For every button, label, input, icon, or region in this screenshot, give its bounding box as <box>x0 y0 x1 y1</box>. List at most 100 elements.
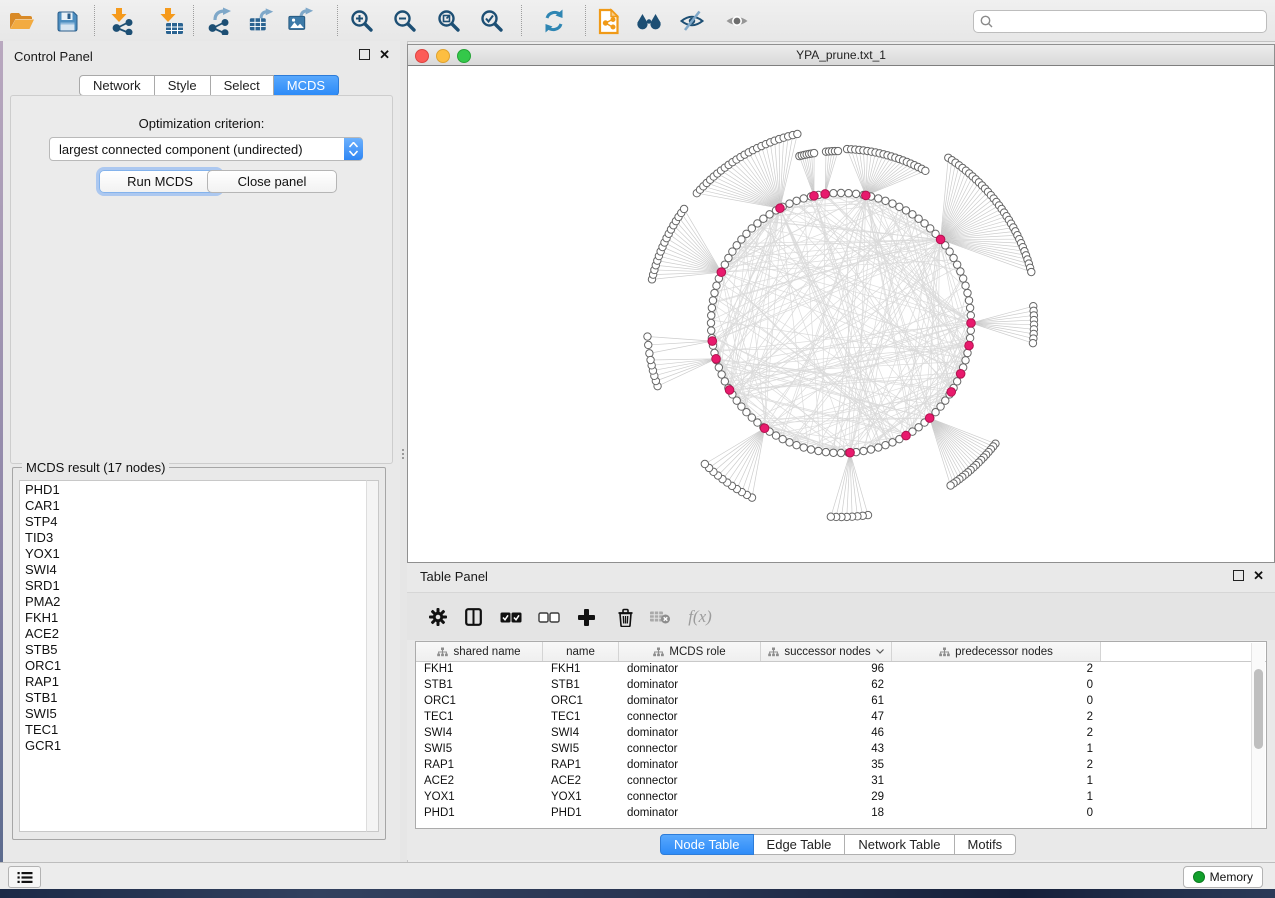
search-network-icon[interactable] <box>635 7 663 35</box>
cell-successor-nodes[interactable]: 43 <box>761 742 892 758</box>
table-row[interactable]: YOX1YOX1connector291 <box>416 790 1266 806</box>
list-item[interactable]: RAP1 <box>25 674 366 690</box>
cell-mcds-role[interactable]: dominator <box>619 662 761 678</box>
cell-name[interactable]: YOX1 <box>543 790 619 806</box>
refresh-layout-icon[interactable] <box>540 7 568 35</box>
cell-predecessor-nodes[interactable]: 0 <box>892 678 1101 694</box>
search-input[interactable] <box>997 13 1266 31</box>
list-item[interactable]: STB1 <box>25 690 366 706</box>
mcds-list-scrollbar[interactable] <box>366 480 379 832</box>
cell-mcds-role[interactable]: dominator <box>619 678 761 694</box>
cell-mcds-role[interactable]: connector <box>619 710 761 726</box>
list-item[interactable]: SRD1 <box>25 578 366 594</box>
cell-name[interactable]: TEC1 <box>543 710 619 726</box>
tab-network[interactable]: Network <box>79 75 155 96</box>
cell-successor-nodes[interactable]: 96 <box>761 662 892 678</box>
export-table-icon[interactable] <box>248 7 276 35</box>
cell-predecessor-nodes[interactable]: 2 <box>892 726 1101 742</box>
deselect-all-rows-icon[interactable] <box>537 605 561 629</box>
table-row[interactable]: SWI4SWI4dominator462 <box>416 726 1266 742</box>
network-canvas[interactable] <box>408 65 1274 562</box>
column-header-shared-name[interactable]: shared name <box>416 642 543 661</box>
network-window-titlebar[interactable]: YPA_prune.txt_1 <box>408 45 1274 66</box>
select-all-rows-icon[interactable] <box>499 605 523 629</box>
memory-button[interactable]: Memory <box>1183 866 1263 888</box>
close-panel-button[interactable]: Close panel <box>207 170 337 193</box>
column-header-successor-nodes[interactable]: successor nodes <box>761 642 892 661</box>
cell-predecessor-nodes[interactable]: 1 <box>892 774 1101 790</box>
column-header-predecessor-nodes[interactable]: predecessor nodes <box>892 642 1101 661</box>
cell-name[interactable]: ORC1 <box>543 694 619 710</box>
list-item[interactable]: ORC1 <box>25 658 366 674</box>
cell-successor-nodes[interactable]: 29 <box>761 790 892 806</box>
mcds-result-list[interactable]: PHD1CAR1STP4TID3YOX1SWI4SRD1PMA2FKH1ACE2… <box>19 480 366 832</box>
column-settings-gear-icon[interactable] <box>426 605 450 629</box>
list-item[interactable]: ACE2 <box>25 626 366 642</box>
table-row[interactable]: SWI5SWI5connector431 <box>416 742 1266 758</box>
table-scrollbar[interactable] <box>1251 643 1265 828</box>
cell-successor-nodes[interactable]: 46 <box>761 726 892 742</box>
tab-style[interactable]: Style <box>155 75 211 96</box>
import-network-icon[interactable] <box>108 7 136 35</box>
list-item[interactable]: TEC1 <box>25 722 366 738</box>
cell-mcds-role[interactable]: dominator <box>619 726 761 742</box>
cell-successor-nodes[interactable]: 47 <box>761 710 892 726</box>
cell-predecessor-nodes[interactable]: 2 <box>892 662 1101 678</box>
run-mcds-button[interactable]: Run MCDS <box>99 170 221 193</box>
cell-mcds-role[interactable]: connector <box>619 790 761 806</box>
column-header-mcds-role[interactable]: MCDS role <box>619 642 761 661</box>
cell-predecessor-nodes[interactable]: 2 <box>892 758 1101 774</box>
cell-predecessor-nodes[interactable]: 1 <box>892 790 1101 806</box>
zoom-out-icon[interactable] <box>391 7 419 35</box>
list-item[interactable]: CAR1 <box>25 498 366 514</box>
list-item[interactable]: PMA2 <box>25 594 366 610</box>
cell-predecessor-nodes[interactable]: 1 <box>892 742 1101 758</box>
tab-mcds[interactable]: MCDS <box>274 75 339 96</box>
cell-shared-name[interactable]: RAP1 <box>416 758 543 774</box>
list-item[interactable]: SWI5 <box>25 706 366 722</box>
list-item[interactable]: STB5 <box>25 642 366 658</box>
table-row[interactable]: ACE2ACE2connector311 <box>416 774 1266 790</box>
export-image-icon[interactable] <box>287 7 315 35</box>
cell-shared-name[interactable]: YOX1 <box>416 790 543 806</box>
cell-successor-nodes[interactable]: 61 <box>761 694 892 710</box>
table-row[interactable]: PHD1PHD1dominator180 <box>416 806 1266 822</box>
tab-node-table[interactable]: Node Table <box>660 834 754 855</box>
hide-selected-eye-icon[interactable] <box>678 7 706 35</box>
cell-successor-nodes[interactable]: 31 <box>761 774 892 790</box>
network-file-icon[interactable] <box>595 7 623 35</box>
table-row[interactable]: FKH1FKH1dominator962 <box>416 662 1266 678</box>
open-file-icon[interactable] <box>7 7 35 35</box>
tab-network-table[interactable]: Network Table <box>845 834 954 855</box>
cell-successor-nodes[interactable]: 18 <box>761 806 892 822</box>
cell-name[interactable]: SWI5 <box>543 742 619 758</box>
cell-shared-name[interactable]: SWI5 <box>416 742 543 758</box>
show-log-list-button[interactable] <box>8 866 41 888</box>
cell-name[interactable]: STB1 <box>543 678 619 694</box>
cell-predecessor-nodes[interactable]: 0 <box>892 806 1101 822</box>
list-item[interactable]: SWI4 <box>25 562 366 578</box>
import-table-icon[interactable] <box>157 7 185 35</box>
cell-successor-nodes[interactable]: 62 <box>761 678 892 694</box>
optimization-criterion-dropdown[interactable]: largest connected component (undirected) <box>49 137 363 161</box>
zoom-fit-icon[interactable] <box>435 7 463 35</box>
list-item[interactable]: STP4 <box>25 514 366 530</box>
close-panel-icon[interactable]: ✕ <box>1253 570 1264 581</box>
cell-shared-name[interactable]: ACE2 <box>416 774 543 790</box>
export-network-icon[interactable] <box>206 7 234 35</box>
list-item[interactable]: TID3 <box>25 530 366 546</box>
add-column-icon[interactable] <box>574 605 598 629</box>
cell-shared-name[interactable]: ORC1 <box>416 694 543 710</box>
cell-name[interactable]: RAP1 <box>543 758 619 774</box>
delete-table-icon[interactable] <box>648 605 672 629</box>
tab-select[interactable]: Select <box>211 75 274 96</box>
table-scrollbar-thumb[interactable] <box>1254 669 1263 749</box>
show-columns-icon[interactable] <box>461 605 485 629</box>
cell-predecessor-nodes[interactable]: 2 <box>892 710 1101 726</box>
float-panel-icon[interactable] <box>359 49 370 60</box>
table-row[interactable]: ORC1ORC1dominator610 <box>416 694 1266 710</box>
tab-motifs[interactable]: Motifs <box>955 834 1017 855</box>
delete-columns-trash-icon[interactable] <box>613 605 637 629</box>
show-all-eye-icon[interactable] <box>723 7 751 35</box>
save-session-icon[interactable] <box>53 7 81 35</box>
